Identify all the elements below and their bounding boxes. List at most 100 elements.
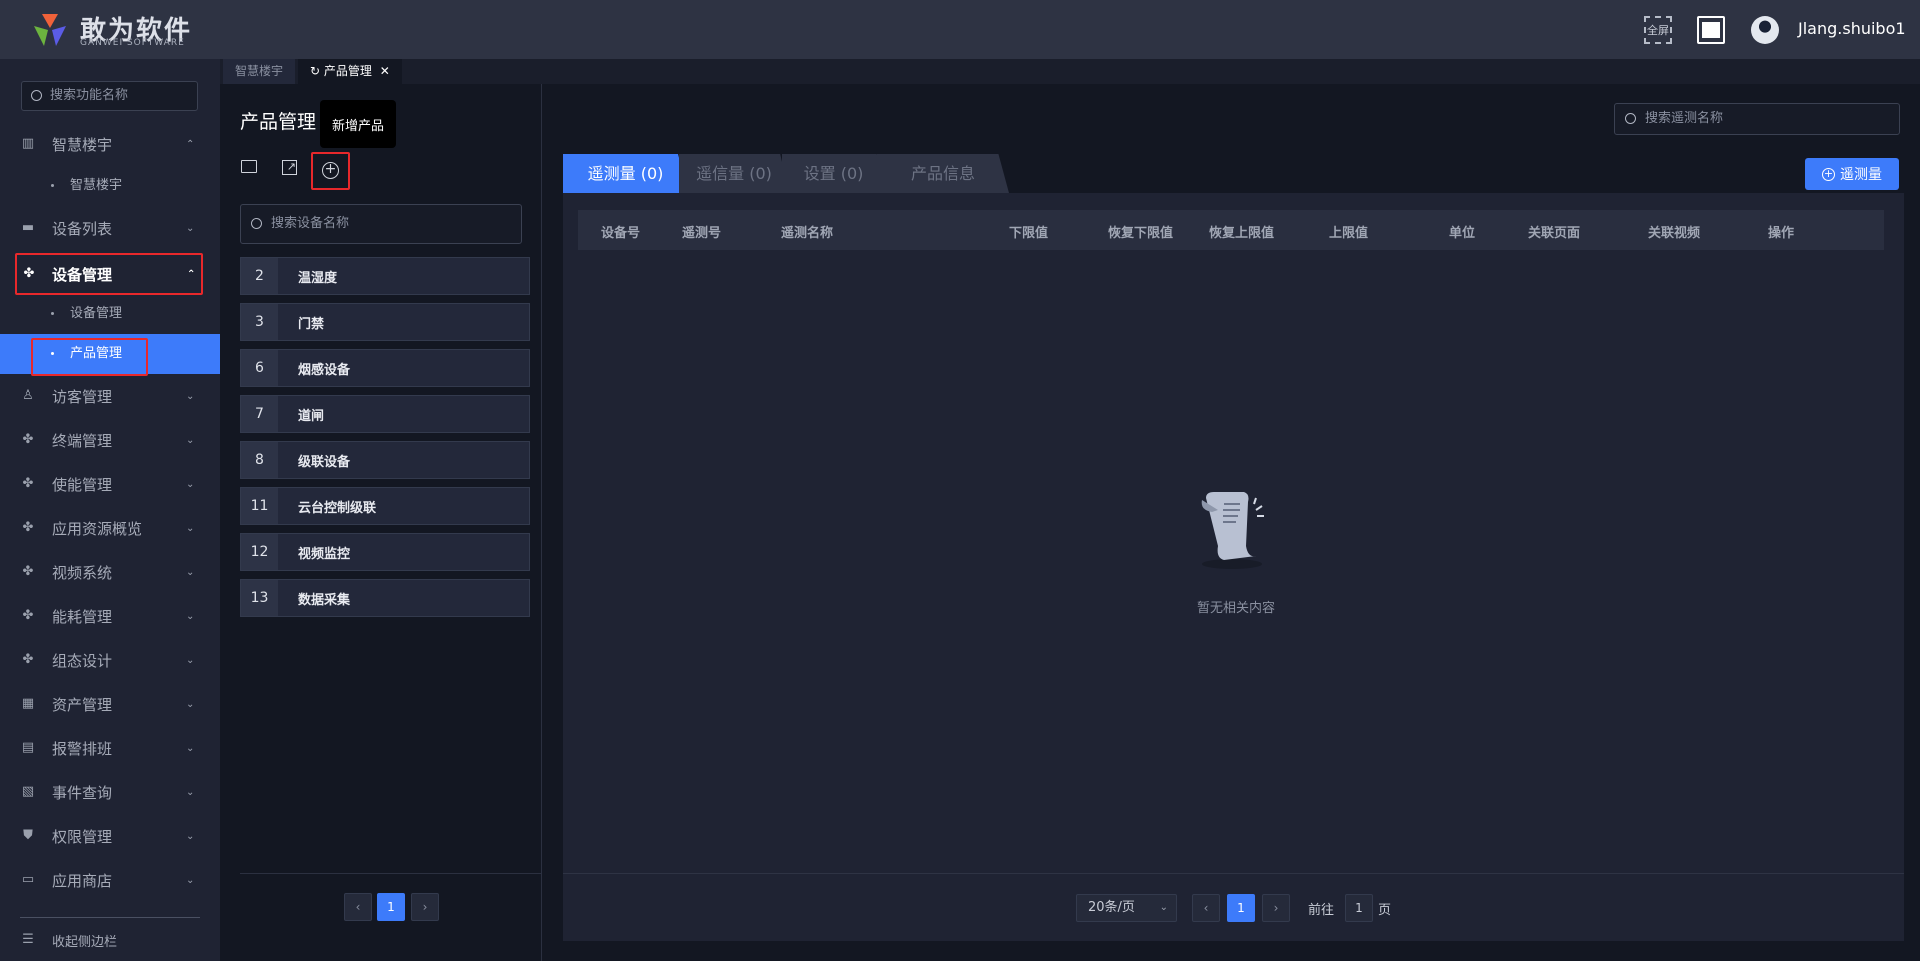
list-item[interactable]: 2 温湿度 bbox=[240, 257, 530, 295]
search-icon bbox=[31, 90, 42, 101]
label: 20条/页 bbox=[1088, 900, 1135, 915]
chevron-down-icon: ⌄ bbox=[186, 654, 195, 666]
shield-icon: ⛊ bbox=[23, 828, 33, 843]
goto-page-input[interactable]: 1 bbox=[1345, 894, 1373, 922]
close-icon[interactable]: ✕ bbox=[380, 64, 390, 78]
empty-state-text: 暂无相关内容 bbox=[1196, 601, 1275, 616]
product-id: 2 bbox=[241, 258, 278, 294]
chevron-down-icon: ⌄ bbox=[186, 434, 195, 446]
add-product-button[interactable]: + bbox=[311, 152, 350, 190]
page-tab-smart-building[interactable]: 智慧楼宇 bbox=[223, 59, 296, 84]
column-header: 下限值 bbox=[1009, 226, 1049, 241]
building-icon: ▥ bbox=[21, 136, 35, 151]
sidebar-item-smart-building[interactable]: ▥ 智慧楼宇 ⌃ bbox=[0, 124, 220, 164]
list-item[interactable]: 8 级联设备 bbox=[240, 441, 530, 479]
column-header: 设备号 bbox=[601, 226, 641, 241]
chevron-down-icon: ⌄ bbox=[1159, 902, 1168, 913]
list-item[interactable]: 6 烟感设备 bbox=[240, 349, 530, 387]
label: 智慧楼宇 bbox=[70, 178, 123, 193]
page-suffix: 页 bbox=[1378, 903, 1392, 918]
device-search-input[interactable]: 搜索设备名称 bbox=[240, 204, 522, 244]
column-header: 关联页面 bbox=[1528, 226, 1581, 241]
product-name: 烟感设备 bbox=[298, 362, 351, 378]
chevron-down-icon: ⌄ bbox=[186, 222, 195, 234]
prev-page-button[interactable]: ‹ bbox=[1192, 894, 1220, 922]
sidebar-subitem-smart-building[interactable]: 智慧楼宇 bbox=[0, 168, 220, 204]
sidebar-subitem-device-management[interactable]: 设备管理 bbox=[0, 296, 220, 332]
add-telemetry-button[interactable]: + 遥测量 bbox=[1805, 158, 1899, 190]
search-placeholder: 搜索功能名称 bbox=[50, 88, 129, 103]
placeholder: 搜索遥测名称 bbox=[1645, 111, 1724, 126]
document-search-icon: ▧ bbox=[21, 784, 35, 799]
column-header: 恢复下限值 bbox=[1108, 226, 1174, 241]
chevron-down-icon: ⌄ bbox=[186, 874, 195, 886]
sidebar-item-device-management[interactable]: ✤ 设备管理 ⌃ bbox=[15, 253, 203, 295]
sidebar-item-app-store[interactable]: ▭ 应用商店 ⌄ bbox=[0, 860, 220, 900]
plus-circle-icon: + bbox=[1822, 166, 1835, 181]
sidebar-item-alarm-schedule[interactable]: ▤ 报警排班 ⌄ bbox=[0, 728, 220, 768]
tab-telesignal[interactable]: 遥信量 (0) bbox=[679, 154, 789, 193]
sidebar-item-device-list[interactable]: ▬ 设备列表 ⌄ bbox=[0, 208, 220, 248]
divider bbox=[20, 917, 200, 918]
export-icon[interactable]: ↗ bbox=[282, 160, 297, 175]
page-tab-product-management[interactable]: ↻ 产品管理 ✕ bbox=[298, 59, 402, 84]
chevron-down-icon: ⌄ bbox=[186, 786, 195, 798]
grid-icon: ✤ bbox=[22, 564, 34, 579]
product-id: 13 bbox=[241, 580, 278, 616]
label: 产品管理 bbox=[323, 64, 372, 78]
label: 应用资源概览 bbox=[52, 519, 143, 538]
username[interactable]: Jlang.shuibo1 bbox=[1798, 19, 1906, 38]
folder-icon[interactable] bbox=[241, 160, 257, 173]
logo-subtitle: GANWEI SOFTWARE bbox=[80, 38, 185, 48]
sidebar-item-event-query[interactable]: ▧ 事件查询 ⌄ bbox=[0, 772, 220, 812]
list-item[interactable]: 12 视频监控 bbox=[240, 533, 530, 571]
store-icon: ▭ bbox=[21, 872, 35, 887]
telemetry-search-input[interactable]: 搜索遥测名称 bbox=[1614, 103, 1900, 135]
sidebar-item-energy[interactable]: ✤ 能耗管理 ⌄ bbox=[0, 596, 220, 636]
avatar[interactable] bbox=[1751, 16, 1779, 44]
refresh-icon[interactable]: ↻ bbox=[310, 64, 320, 78]
list-item[interactable]: 3 门禁 bbox=[240, 303, 530, 341]
tab-telemetry[interactable]: 遥测量 (0) bbox=[563, 154, 688, 193]
sidebar-item-assets[interactable]: ▦ 资产管理 ⌄ bbox=[0, 684, 220, 724]
top-header: 敢为软件 GANWEI SOFTWARE 全屏 Jlang.shuibo1 bbox=[0, 0, 1920, 59]
chevron-down-icon: ⌄ bbox=[186, 390, 195, 402]
page-1-button[interactable]: 1 bbox=[1227, 894, 1255, 922]
list-item[interactable]: 11 云台控制级联 bbox=[240, 487, 530, 525]
sidebar-item-app-resources[interactable]: ✤ 应用资源概览 ⌄ bbox=[0, 508, 220, 548]
prev-page-button[interactable]: ‹ bbox=[344, 893, 372, 921]
next-page-button[interactable]: › bbox=[411, 893, 439, 921]
product-id: 12 bbox=[241, 534, 278, 570]
screen-mode-icon[interactable] bbox=[1697, 16, 1725, 44]
label: 报警排班 bbox=[52, 739, 113, 758]
sidebar-item-terminal[interactable]: ✤ 终端管理 ⌄ bbox=[0, 420, 220, 460]
monitor-icon: ▬ bbox=[21, 220, 35, 235]
list-item[interactable]: 13 数据采集 bbox=[240, 579, 530, 617]
page-1-button[interactable]: 1 bbox=[377, 893, 405, 921]
label: 资产管理 bbox=[52, 695, 113, 714]
tab-product-info[interactable]: 产品信息 bbox=[877, 154, 1009, 193]
logo-icon bbox=[34, 14, 66, 46]
collapse-sidebar-button[interactable]: ☰ 收起侧边栏 bbox=[0, 920, 220, 960]
sidebar-item-config-design[interactable]: ✤ 组态设计 ⌄ bbox=[0, 640, 220, 680]
fullscreen-button[interactable]: 全屏 bbox=[1644, 16, 1672, 44]
column-header: 遥测号 bbox=[682, 226, 722, 241]
sidebar-item-enable[interactable]: ✤ 使能管理 ⌄ bbox=[0, 464, 220, 504]
label: 收起侧边栏 bbox=[52, 934, 118, 950]
page-size-select[interactable]: 20条/页 ⌄ bbox=[1076, 894, 1177, 922]
column-header: 上限值 bbox=[1329, 226, 1369, 241]
sidebar-item-permissions[interactable]: ⛊ 权限管理 ⌄ bbox=[0, 816, 220, 856]
product-id: 8 bbox=[241, 442, 278, 478]
label: 权限管理 bbox=[52, 827, 113, 846]
calendar-icon: ▤ bbox=[21, 740, 35, 755]
list-item[interactable]: 7 道闸 bbox=[240, 395, 530, 433]
tab-settings[interactable]: 设置 (0) bbox=[782, 154, 885, 193]
next-page-button[interactable]: › bbox=[1262, 894, 1290, 922]
sidebar-item-visitor[interactable]: ♙ 访客管理 ⌄ bbox=[0, 376, 220, 416]
chevron-down-icon: ⌄ bbox=[186, 830, 195, 842]
label: 视频系统 bbox=[52, 563, 113, 582]
product-id: 11 bbox=[241, 488, 278, 524]
sidebar-item-video[interactable]: ✤ 视频系统 ⌄ bbox=[0, 552, 220, 592]
product-name: 云台控制级联 bbox=[298, 500, 377, 516]
function-search-input[interactable]: 搜索功能名称 bbox=[21, 81, 198, 111]
